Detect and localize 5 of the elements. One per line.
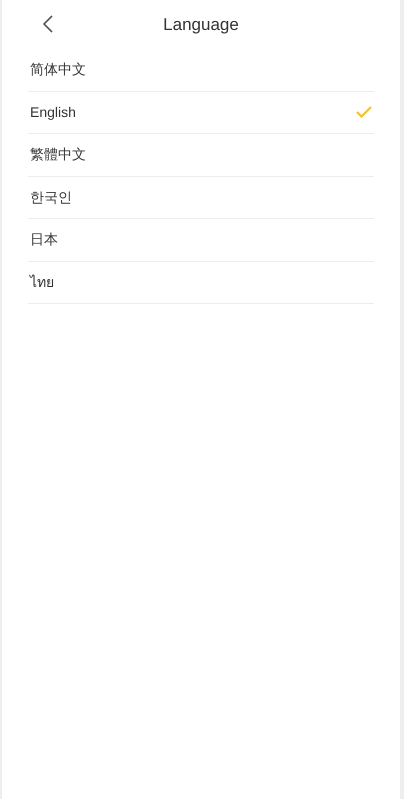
language-option[interactable]: English (28, 92, 374, 134)
language-option[interactable]: ไทย (28, 262, 374, 304)
page-title: Language (163, 14, 239, 36)
back-icon (43, 15, 53, 33)
language-option[interactable]: 한국인 (28, 176, 374, 219)
